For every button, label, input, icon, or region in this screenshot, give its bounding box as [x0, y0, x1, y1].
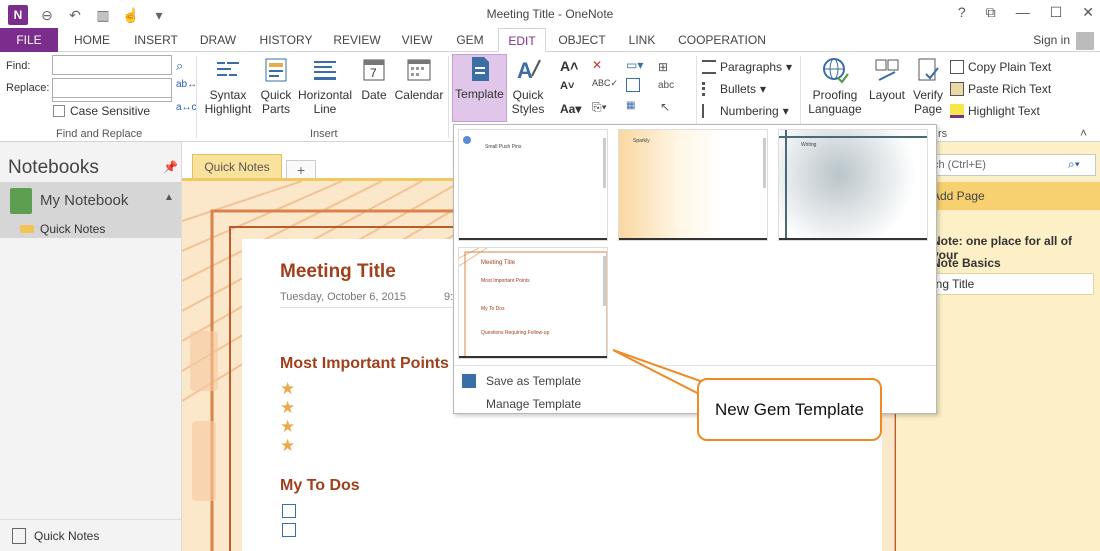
callout-annotation: New Gem Template [697, 378, 882, 441]
callout-pointer [612, 349, 704, 398]
